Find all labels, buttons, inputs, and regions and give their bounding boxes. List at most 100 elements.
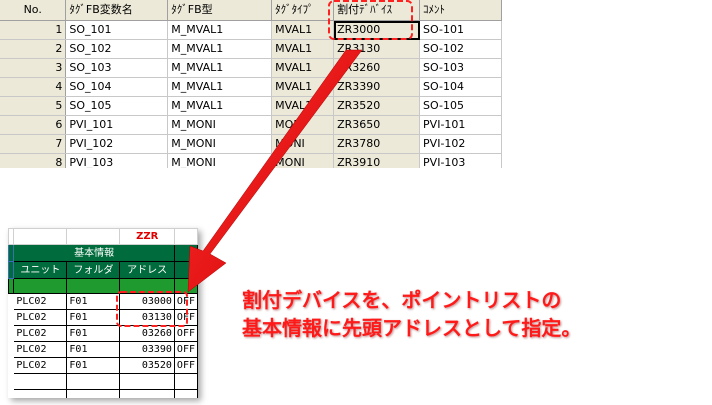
cell-folder[interactable]: F01 bbox=[66, 357, 121, 374]
cell-assigned-device[interactable]: ZR3260 bbox=[333, 58, 421, 78]
table-row[interactable]: PLC02 F01 03130 OFF bbox=[8, 309, 198, 326]
table-row[interactable]: 2 SO_102 M_MVAL1 MVAL1 ZR3130 SO-102 bbox=[0, 39, 502, 59]
cell-no[interactable]: 4 bbox=[0, 77, 67, 97]
cell-tag-type[interactable]: MVAL1 bbox=[271, 39, 335, 59]
table-row[interactable]: PLC02 F01 03000 OFF bbox=[8, 293, 198, 310]
tag-table-panel: No. ﾀｸﾞFB変数名 ﾀｸﾞFB型 ﾀｸﾞﾀｲﾌﾟ 割付ﾃﾞﾊﾞｲｽ ｺﾒﾝ… bbox=[0, 0, 502, 168]
cell-unit[interactable]: PLC02 bbox=[13, 293, 68, 310]
cell-assigned-device[interactable]: ZR3520 bbox=[333, 96, 421, 116]
table-row[interactable]: PLC02 F01 03260 OFF bbox=[8, 325, 198, 342]
cell-folder[interactable]: F01 bbox=[66, 341, 121, 358]
cell-comment[interactable]: SO-102 bbox=[419, 39, 502, 59]
cell-folder[interactable]: F01 bbox=[66, 293, 121, 310]
cell-no[interactable]: 2 bbox=[0, 39, 67, 59]
cell-tag-fb-type[interactable]: M_MVAL1 bbox=[167, 96, 273, 116]
col-header-assigned-device[interactable]: 割付ﾃﾞﾊﾞｲｽ bbox=[333, 0, 421, 21]
table-row[interactable]: 1 SO_101 M_MVAL1 MVAL1 ZR3000 SO-101 bbox=[0, 20, 502, 40]
cell-cut[interactable]: OFF bbox=[173, 309, 198, 326]
cell-no[interactable]: 8 bbox=[0, 153, 67, 168]
cell-tag-fb-name[interactable]: SO_101 bbox=[65, 20, 169, 40]
cell-tag-type[interactable]: MVAL1 bbox=[271, 20, 335, 40]
cell-assigned-device[interactable]: ZR3650 bbox=[333, 115, 421, 135]
cell-tag-fb-type[interactable]: M_MVAL1 bbox=[167, 39, 273, 59]
cell-tag-fb-name[interactable]: PVI_103 bbox=[65, 153, 169, 168]
cell-tag-fb-type[interactable]: M_MONI bbox=[167, 115, 273, 135]
filter-row bbox=[8, 278, 198, 294]
col-header-unit[interactable]: ユニット bbox=[13, 261, 68, 279]
cell-cut[interactable]: OFF bbox=[173, 293, 198, 310]
cell-tag-type[interactable]: MVAL1 bbox=[271, 77, 335, 97]
cell-tag-fb-name[interactable]: SO_102 bbox=[65, 39, 169, 59]
cell-tag-fb-type[interactable]: M_MVAL1 bbox=[167, 20, 273, 40]
col-header-tag-type[interactable]: ﾀｸﾞﾀｲﾌﾟ bbox=[271, 0, 335, 21]
col-header-tag-fb-name[interactable]: ﾀｸﾞFB変数名 bbox=[65, 0, 169, 21]
cell-no[interactable]: 7 bbox=[0, 134, 67, 154]
cell-tag-type[interactable]: MONI bbox=[271, 115, 335, 135]
point-list-sheet: ZZR 基本情報 ユニット フォルダ アドレス PLC02 F01 03000 O bbox=[8, 228, 198, 398]
cell-no[interactable]: 5 bbox=[0, 96, 67, 116]
cell-no[interactable]: 3 bbox=[0, 58, 67, 78]
table-row[interactable]: 8 PVI_103 M_MONI MONI ZR3910 PVI-103 bbox=[0, 153, 502, 168]
cell-address[interactable]: 03260 bbox=[119, 325, 175, 342]
cell-folder[interactable]: F01 bbox=[66, 325, 121, 342]
cell-tag-type[interactable]: MONI bbox=[271, 153, 335, 168]
cell-address[interactable]: 03000 bbox=[119, 293, 175, 310]
cell-tag-type[interactable]: MONI bbox=[271, 134, 335, 154]
cell-unit[interactable]: PLC02 bbox=[13, 341, 68, 358]
table-row[interactable]: PLC02 F01 03390 OFF bbox=[8, 341, 198, 358]
col-header-no[interactable]: No. bbox=[0, 0, 67, 21]
table-row[interactable]: 5 SO_105 M_MVAL1 MVAL1 ZR3520 SO-105 bbox=[0, 96, 502, 116]
table-row[interactable]: 6 PVI_101 M_MONI MONI ZR3650 PVI-101 bbox=[0, 115, 502, 135]
cell-cut[interactable]: OFF bbox=[173, 341, 198, 358]
cell-address[interactable]: 03130 bbox=[119, 309, 175, 326]
cell-tag-fb-name[interactable]: PVI_101 bbox=[65, 115, 169, 135]
cell-comment[interactable]: SO-103 bbox=[419, 58, 502, 78]
cell-tag-fb-type[interactable]: M_MVAL1 bbox=[167, 58, 273, 78]
cell-comment[interactable]: SO-104 bbox=[419, 77, 502, 97]
cell-tag-fb-name[interactable]: SO_103 bbox=[65, 58, 169, 78]
cell-comment[interactable]: SO-105 bbox=[419, 96, 502, 116]
group-header-row: 基本情報 bbox=[8, 244, 198, 262]
cell-address[interactable]: 03390 bbox=[119, 341, 175, 358]
cell-comment[interactable]: SO-101 bbox=[419, 20, 502, 40]
cell-unit[interactable]: PLC02 bbox=[13, 325, 68, 342]
cell-comment[interactable]: PVI-101 bbox=[419, 115, 502, 135]
cell-tag-fb-name[interactable]: PVI_102 bbox=[65, 134, 169, 154]
cell-comment[interactable]: PVI-102 bbox=[419, 134, 502, 154]
point-list-table: ZZR 基本情報 ユニット フォルダ アドレス PLC02 F01 03000 O bbox=[8, 228, 198, 398]
cell-tag-type[interactable]: MVAL1 bbox=[271, 58, 335, 78]
cell-address[interactable]: 03520 bbox=[119, 357, 175, 374]
cell-tag-fb-type[interactable]: M_MONI bbox=[167, 134, 273, 154]
cell-tag-fb-name[interactable]: SO_104 bbox=[65, 77, 169, 97]
cell-tag-type[interactable]: MVAL1 bbox=[271, 96, 335, 116]
cell-folder[interactable]: F01 bbox=[66, 309, 121, 326]
cell-assigned-device[interactable]: ZR3910 bbox=[333, 153, 421, 168]
cell-cut[interactable]: OFF bbox=[173, 325, 198, 342]
cell-unit[interactable]: PLC02 bbox=[13, 357, 68, 374]
table-row[interactable]: 3 SO_103 M_MVAL1 MVAL1 ZR3260 SO-103 bbox=[0, 58, 502, 78]
empty-area bbox=[502, 0, 712, 168]
cell-no[interactable]: 1 bbox=[0, 20, 67, 40]
cell-assigned-device[interactable]: ZR3780 bbox=[333, 134, 421, 154]
col-header-folder[interactable]: フォルダ bbox=[66, 261, 121, 279]
group-header-basic-info[interactable]: 基本情報 bbox=[13, 244, 175, 262]
table-row[interactable]: 4 SO_104 M_MVAL1 MVAL1 ZR3390 SO-104 bbox=[0, 77, 502, 97]
cell-tag-fb-type[interactable]: M_MVAL1 bbox=[167, 77, 273, 97]
cell-assigned-device[interactable]: ZR3000 bbox=[333, 20, 421, 40]
table-row[interactable]: 7 PVI_102 M_MONI MONI ZR3780 PVI-102 bbox=[0, 134, 502, 154]
cell-no[interactable]: 6 bbox=[0, 115, 67, 135]
cell-tag-fb-type[interactable]: M_MONI bbox=[167, 153, 273, 168]
sheet-pad-row: ZZR bbox=[8, 228, 198, 245]
zzr-marker: ZZR bbox=[119, 228, 175, 245]
cell-comment[interactable]: PVI-103 bbox=[419, 153, 502, 168]
col-header-address[interactable]: アドレス bbox=[119, 261, 175, 279]
cell-cut[interactable]: OFF bbox=[173, 357, 198, 374]
cell-assigned-device[interactable]: ZR3130 bbox=[333, 39, 421, 59]
col-header-comment[interactable]: ｺﾒﾝﾄ bbox=[419, 0, 502, 21]
table-row[interactable]: PLC02 F01 03520 OFF bbox=[8, 357, 198, 374]
cell-tag-fb-name[interactable]: SO_105 bbox=[65, 96, 169, 116]
empty-row bbox=[8, 389, 198, 398]
col-header-tag-fb-type[interactable]: ﾀｸﾞFB型 bbox=[167, 0, 273, 21]
cell-assigned-device[interactable]: ZR3390 bbox=[333, 77, 421, 97]
cell-unit[interactable]: PLC02 bbox=[13, 309, 68, 326]
